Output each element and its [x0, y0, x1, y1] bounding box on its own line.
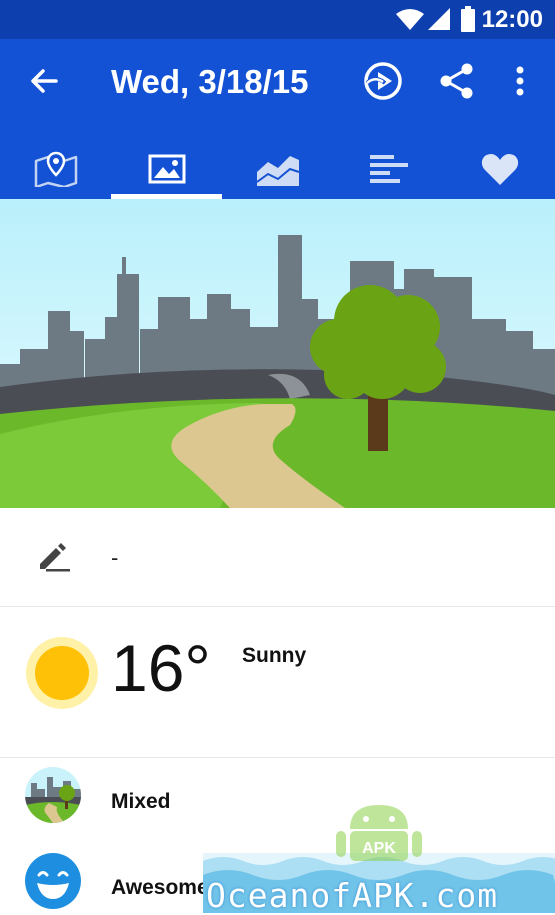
share-icon[interactable]: [437, 61, 477, 101]
map-icon: [34, 151, 77, 187]
activity-label: Awesome: [111, 876, 209, 899]
sun-icon: [26, 637, 98, 709]
weather-condition: Sunny: [242, 644, 307, 667]
park-scene-icon: [25, 767, 81, 823]
entry-photo: [0, 199, 555, 508]
android-logo-icon: APK: [336, 805, 422, 861]
more-vert-icon[interactable]: [500, 61, 540, 101]
mood-label: Mixed: [111, 790, 171, 813]
edit-icon[interactable]: [36, 542, 70, 572]
list-icon: [369, 155, 408, 183]
tab-chart[interactable]: [222, 139, 333, 199]
battery-icon: [461, 6, 475, 32]
share-image-icon[interactable]: [363, 61, 403, 101]
image-icon: [148, 154, 185, 184]
app-toolbar: Wed, 3/18/15: [0, 39, 555, 199]
status-bar: 12:00: [0, 0, 555, 39]
tab-image[interactable]: [111, 139, 222, 199]
note-text[interactable]: -: [111, 545, 118, 571]
tab-favorites[interactable]: [444, 139, 555, 199]
tab-map[interactable]: [0, 139, 111, 199]
status-time: 12:00: [481, 6, 543, 33]
grinning-face-icon: [25, 853, 81, 909]
tab-list[interactable]: [333, 139, 444, 199]
divider: [0, 606, 555, 607]
chart-icon: [255, 156, 299, 186]
temperature: 16°: [111, 631, 211, 705]
wifi-icon: [396, 9, 424, 30]
divider: [0, 757, 555, 758]
watermark-badge: APK: [362, 840, 396, 857]
arrow-back-icon[interactable]: [28, 65, 60, 97]
tab-bar: [0, 139, 555, 199]
heart-icon: [481, 154, 518, 185]
signal-icon: [428, 8, 450, 30]
page-title: Wed, 3/18/15: [111, 63, 309, 100]
watermark-text: OceanofAPK.com: [206, 876, 499, 915]
